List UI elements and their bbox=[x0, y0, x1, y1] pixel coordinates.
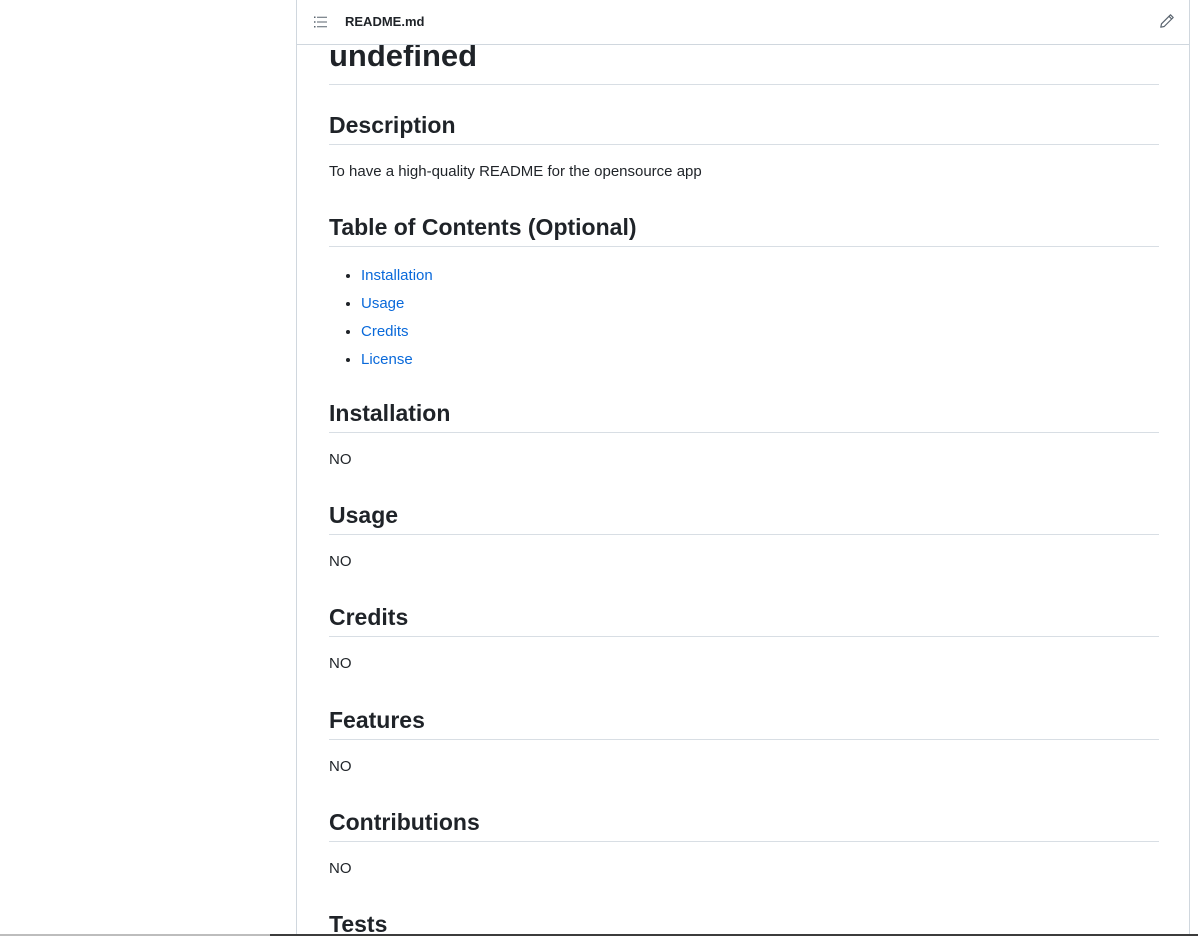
toc-item: Installation bbox=[361, 265, 1159, 293]
readme-file-box: README.md undefined Description To have … bbox=[296, 0, 1190, 936]
toc-link-credits[interactable]: Credits bbox=[361, 323, 409, 340]
section-usage: Usage NO bbox=[329, 500, 1159, 573]
heading-usage: Usage bbox=[329, 500, 1159, 535]
toc-item: License bbox=[361, 349, 1159, 377]
toc-item: Usage bbox=[361, 293, 1159, 321]
file-name: README.md bbox=[345, 14, 425, 29]
description-text: To have a high-quality README for the op… bbox=[329, 163, 702, 180]
heading-credits: Credits bbox=[329, 602, 1159, 637]
heading-toc: Table of Contents (Optional) bbox=[329, 212, 1159, 247]
usage-text: NO bbox=[329, 553, 352, 570]
page: README.md undefined Description To have … bbox=[0, 0, 1198, 936]
contributions-text: NO bbox=[329, 860, 352, 877]
features-text: NO bbox=[329, 758, 352, 775]
section-tests: Tests bbox=[329, 909, 1159, 936]
heading-tests: Tests bbox=[329, 909, 1159, 936]
toc-link-installation[interactable]: Installation bbox=[361, 267, 433, 284]
file-header: README.md bbox=[297, 0, 1189, 45]
toc-link-license[interactable]: License bbox=[361, 351, 413, 368]
left-blank-area bbox=[0, 0, 296, 936]
section-description: Description To have a high-quality READM… bbox=[329, 110, 1159, 183]
toc-item: Credits bbox=[361, 321, 1159, 349]
installation-text: NO bbox=[329, 451, 352, 468]
heading-contributions: Contributions bbox=[329, 807, 1159, 842]
section-installation: Installation NO bbox=[329, 398, 1159, 471]
toc-list: Installation Usage Credits License bbox=[329, 265, 1159, 377]
credits-text: NO bbox=[329, 655, 352, 672]
list-unordered-icon[interactable] bbox=[313, 14, 329, 30]
section-credits: Credits NO bbox=[329, 602, 1159, 675]
heading-features: Features bbox=[329, 705, 1159, 740]
section-features: Features NO bbox=[329, 705, 1159, 778]
section-toc: Table of Contents (Optional) Installatio… bbox=[329, 212, 1159, 377]
section-contributions: Contributions NO bbox=[329, 807, 1159, 880]
heading-description: Description bbox=[329, 110, 1159, 145]
pencil-icon[interactable] bbox=[1159, 13, 1175, 29]
toc-link-usage[interactable]: Usage bbox=[361, 295, 404, 312]
heading-installation: Installation bbox=[329, 398, 1159, 433]
